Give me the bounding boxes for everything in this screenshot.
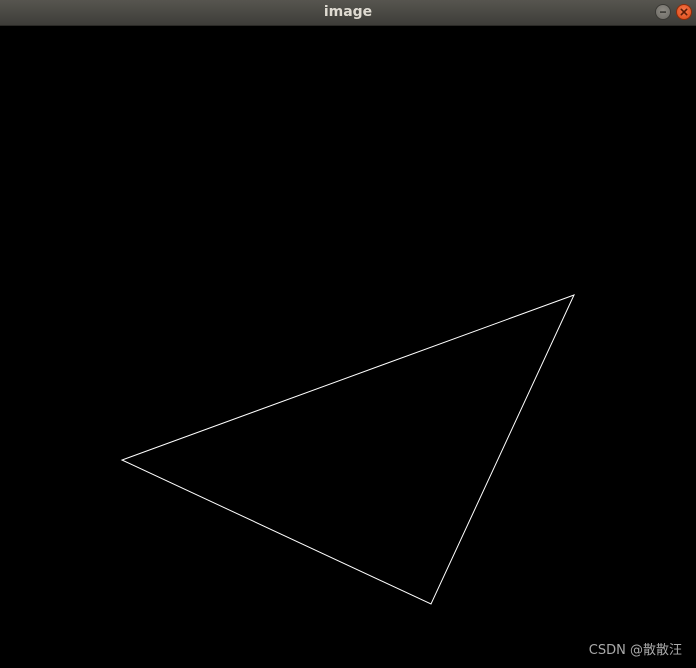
close-button[interactable] — [676, 4, 692, 20]
minimize-icon — [660, 11, 666, 13]
minimize-button[interactable] — [655, 4, 671, 20]
close-icon — [680, 8, 688, 16]
image-canvas — [0, 26, 696, 668]
triangle-drawing — [120, 294, 575, 605]
triangle-outline — [120, 294, 575, 605]
window-title: image — [323, 4, 373, 20]
title-bar[interactable]: image — [0, 0, 696, 26]
app-window: image CSDN @散散汪 — [0, 0, 696, 668]
watermark-text: CSDN @散散汪 — [588, 643, 682, 658]
